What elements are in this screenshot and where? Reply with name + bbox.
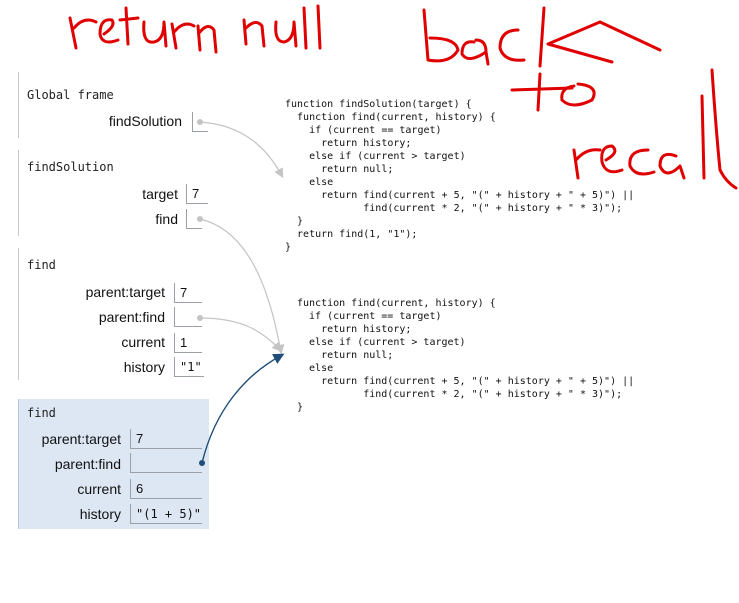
pointer-dot bbox=[197, 119, 203, 125]
pointer-dot-active bbox=[199, 460, 205, 466]
pointer-dot bbox=[197, 216, 203, 222]
pointer-findsolution-arrow bbox=[199, 121, 284, 179]
pointer-find-arrow bbox=[199, 218, 285, 355]
pointer-parent-find-arrow bbox=[199, 317, 282, 352]
pointer-parent-find-active-arrow bbox=[201, 353, 285, 464]
pointer-arrows bbox=[199, 121, 285, 464]
pointer-dot bbox=[197, 315, 203, 321]
